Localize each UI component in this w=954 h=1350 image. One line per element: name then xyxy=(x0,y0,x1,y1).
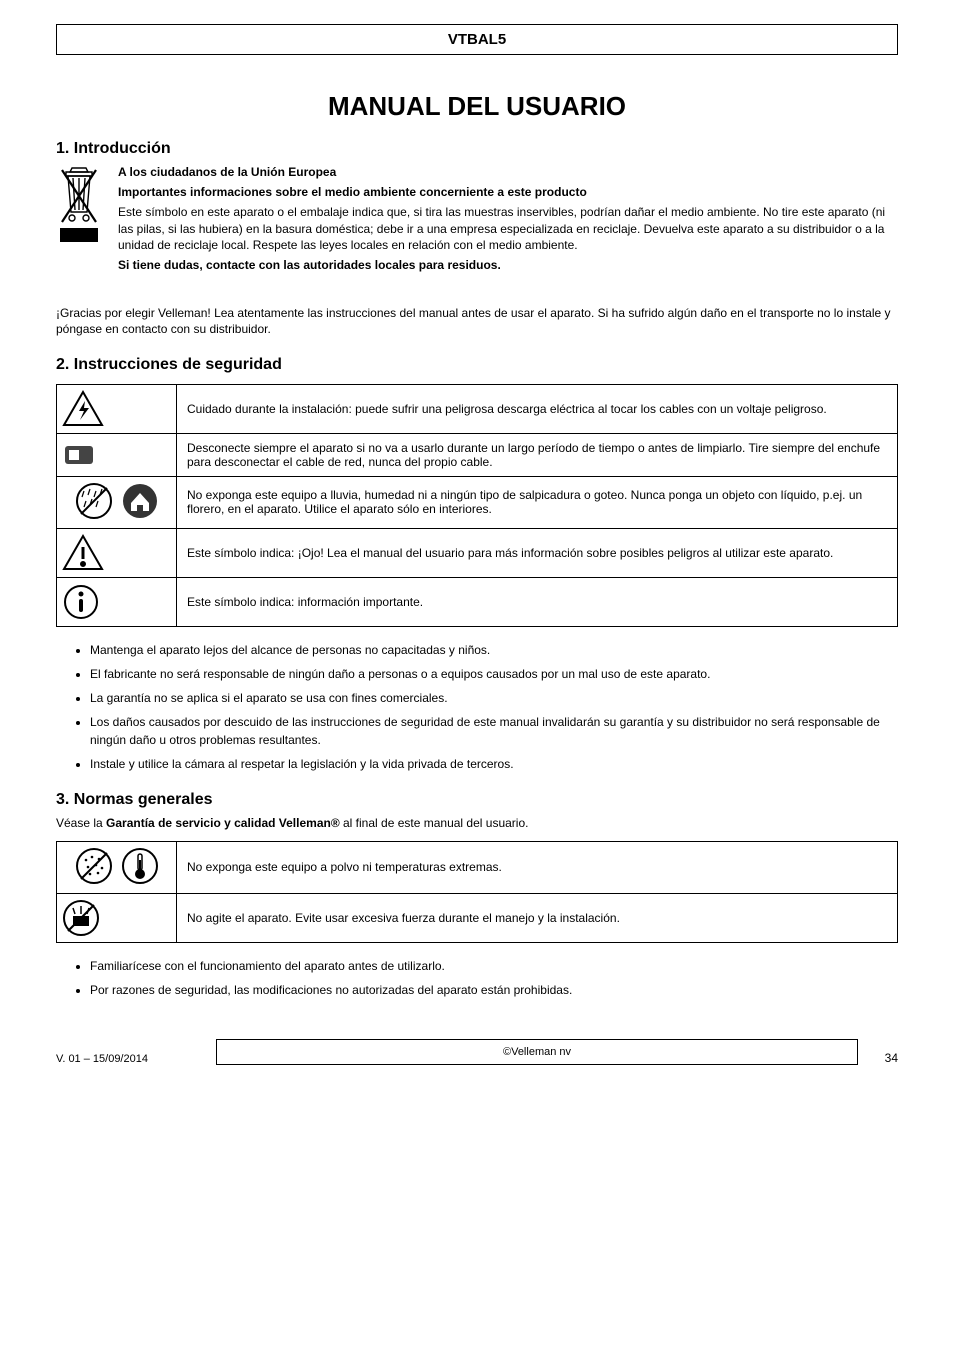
intro-p2-bold: Si tiene dudas, contacte con las autorid… xyxy=(118,258,501,272)
section-2-heading: 2. Instrucciones de seguridad xyxy=(56,356,898,374)
safety-row-3-text: Este símbolo indica: ¡Ojo! Lea el manual… xyxy=(177,528,898,577)
general-row-0-text: No exponga este equipo a polvo ni temper… xyxy=(177,841,898,893)
list-item: Familiarícese con el funcionamiento del … xyxy=(90,957,898,975)
footer-page-number: 34 xyxy=(858,1051,898,1065)
general-row-1-text: No agite el aparato. Evite usar excesiva… xyxy=(177,893,898,942)
list-item: Por razones de seguridad, las modificaci… xyxy=(90,981,898,999)
table-row: Este símbolo indica: ¡Ojo! Lea el manual… xyxy=(57,528,898,577)
table-row: No exponga este equipo a polvo ni temper… xyxy=(57,841,898,893)
header-model: VTBAL5 xyxy=(448,31,506,48)
high-voltage-triangle-icon xyxy=(61,389,172,429)
list-item: La garantía no se aplica si el aparato s… xyxy=(90,689,898,707)
table-row: No agite el aparato. Evite usar excesiva… xyxy=(57,893,898,942)
table-row: Cuidado durante la instalación: puede su… xyxy=(57,384,898,433)
list-item: Instale y utilice la cámara al respetar … xyxy=(90,755,898,773)
intro-row: A los ciudadanos de la Unión Europea Imp… xyxy=(56,164,898,277)
safety-table: Cuidado durante la instalación: puede su… xyxy=(56,384,898,627)
intro-greeting: A los ciudadanos de la Unión Europea xyxy=(118,165,336,179)
no-dust-icon xyxy=(74,846,114,886)
unplug-icon xyxy=(61,438,172,472)
safety-row-1-text: Desconecte siempre el aparato si no va a… xyxy=(177,433,898,476)
intro-thanks: ¡Gracias por elegir Velleman! Lea atenta… xyxy=(56,305,898,337)
safety-row-2-text: No exponga este equipo a lluvia, humedad… xyxy=(177,476,898,528)
table-row: Este símbolo indica: información importa… xyxy=(57,577,898,626)
safety-row-0-text: Cuidado durante la instalación: puede su… xyxy=(177,384,898,433)
safety-row-4-text: Este símbolo indica: información importa… xyxy=(177,577,898,626)
notice-circle-icon xyxy=(61,582,172,622)
header-model-box: VTBAL5 xyxy=(56,24,898,55)
weee-bin-icon xyxy=(56,164,102,248)
no-shock-icon xyxy=(61,898,172,938)
safety-bullets: Mantenga el aparato lejos del alcance de… xyxy=(56,641,898,773)
section-3-heading: 3. Normas generales xyxy=(56,791,898,809)
footer-copyright: ©Velleman nv xyxy=(216,1039,858,1065)
warning-triangle-icon xyxy=(61,533,172,573)
section-3-ref: Véase la Garantía de servicio y calidad … xyxy=(56,815,898,831)
list-item: Los daños causados por descuido de las i… xyxy=(90,713,898,749)
footer-version: V. 01 – 15/09/2014 xyxy=(56,1053,216,1065)
list-item: Mantenga el aparato lejos del alcance de… xyxy=(90,641,898,659)
intro-notice-bold: Importantes informaciones sobre el medio… xyxy=(118,185,587,199)
indoor-only-icon xyxy=(120,481,160,521)
footer: V. 01 – 15/09/2014 ©Velleman nv 34 xyxy=(56,1039,898,1065)
manual-title: MANUAL DEL USUARIO xyxy=(56,91,898,122)
table-row: Desconecte siempre el aparato si no va a… xyxy=(57,433,898,476)
list-item: El fabricante no será responsable de nin… xyxy=(90,665,898,683)
section-1-heading: 1. Introducción xyxy=(56,140,898,158)
table-row: No exponga este equipo a lluvia, humedad… xyxy=(57,476,898,528)
thermometer-icon xyxy=(120,846,160,886)
intro-text: A los ciudadanos de la Unión Europea Imp… xyxy=(118,164,898,277)
general-bullets: Familiarícese con el funcionamiento del … xyxy=(56,957,898,999)
general-table: No exponga este equipo a polvo ni temper… xyxy=(56,841,898,943)
no-rain-icon xyxy=(74,481,114,521)
intro-p1: Este símbolo en este aparato o el embala… xyxy=(118,204,898,253)
